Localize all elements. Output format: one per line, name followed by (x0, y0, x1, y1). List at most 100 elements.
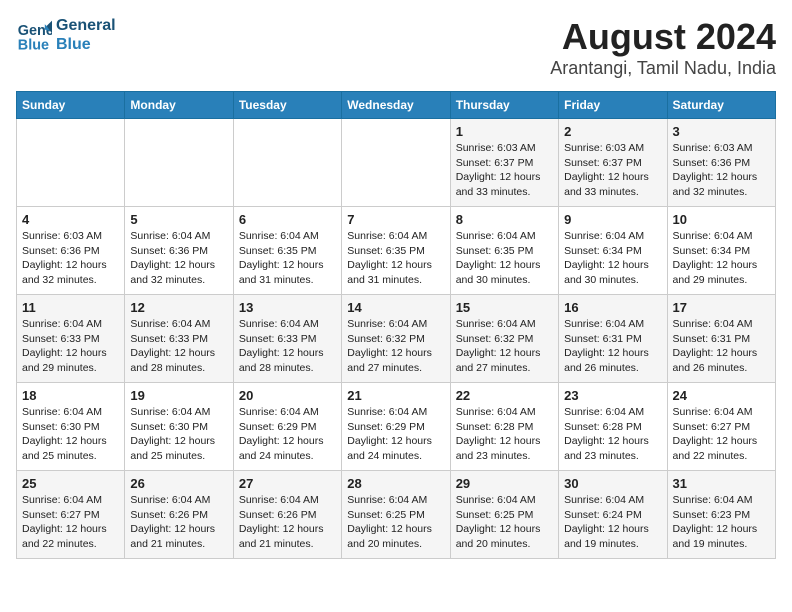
day-cell: 12 Sunrise: 6:04 AM Sunset: 6:33 PM Dayli… (125, 295, 233, 383)
day-cell (233, 119, 341, 207)
day-cell: 23 Sunrise: 6:04 AM Sunset: 6:28 PM Dayli… (559, 383, 667, 471)
day-cell: 7 Sunrise: 6:04 AM Sunset: 6:35 PM Daylig… (342, 207, 450, 295)
day-info: Sunrise: 6:04 AM Sunset: 6:30 PM Dayligh… (22, 405, 119, 464)
main-title: August 2024 (550, 16, 776, 58)
day-cell: 31 Sunrise: 6:04 AM Sunset: 6:23 PM Dayli… (667, 471, 775, 559)
week-row-4: 18 Sunrise: 6:04 AM Sunset: 6:30 PM Dayli… (17, 383, 776, 471)
day-number: 20 (239, 388, 336, 403)
day-cell: 30 Sunrise: 6:04 AM Sunset: 6:24 PM Dayli… (559, 471, 667, 559)
week-row-1: 1 Sunrise: 6:03 AM Sunset: 6:37 PM Daylig… (17, 119, 776, 207)
day-cell: 4 Sunrise: 6:03 AM Sunset: 6:36 PM Daylig… (17, 207, 125, 295)
day-cell: 15 Sunrise: 6:04 AM Sunset: 6:32 PM Dayli… (450, 295, 558, 383)
day-info: Sunrise: 6:04 AM Sunset: 6:35 PM Dayligh… (239, 229, 336, 288)
day-info: Sunrise: 6:04 AM Sunset: 6:28 PM Dayligh… (456, 405, 553, 464)
day-cell: 21 Sunrise: 6:04 AM Sunset: 6:29 PM Dayli… (342, 383, 450, 471)
day-number: 30 (564, 476, 661, 491)
day-cell: 22 Sunrise: 6:04 AM Sunset: 6:28 PM Dayli… (450, 383, 558, 471)
week-row-2: 4 Sunrise: 6:03 AM Sunset: 6:36 PM Daylig… (17, 207, 776, 295)
day-cell: 24Sunrise: 6:04 AM Sunset: 6:27 PM Dayli… (667, 383, 775, 471)
week-row-3: 11Sunrise: 6:04 AM Sunset: 6:33 PM Dayli… (17, 295, 776, 383)
logo-line2: Blue (56, 35, 116, 54)
day-cell: 17 Sunrise: 6:04 AM Sunset: 6:31 PM Dayli… (667, 295, 775, 383)
day-info: Sunrise: 6:04 AM Sunset: 6:23 PM Dayligh… (673, 493, 770, 552)
day-number: 16 (564, 300, 661, 315)
day-info: Sunrise: 6:04 AM Sunset: 6:27 PM Dayligh… (22, 493, 119, 552)
day-info: Sunrise: 6:04 AM Sunset: 6:31 PM Dayligh… (673, 317, 770, 376)
day-number: 10 (673, 212, 770, 227)
day-number: 21 (347, 388, 444, 403)
day-number: 7 (347, 212, 444, 227)
day-info: Sunrise: 6:04 AM Sunset: 6:29 PM Dayligh… (239, 405, 336, 464)
week-row-5: 25 Sunrise: 6:04 AM Sunset: 6:27 PM Dayli… (17, 471, 776, 559)
day-info: Sunrise: 6:04 AM Sunset: 6:33 PM Dayligh… (239, 317, 336, 376)
day-cell (342, 119, 450, 207)
day-cell: 28 Sunrise: 6:04 AM Sunset: 6:25 PM Dayli… (342, 471, 450, 559)
day-info: Sunrise: 6:04 AM Sunset: 6:26 PM Dayligh… (130, 493, 227, 552)
day-info: Sunrise: 6:04 AM Sunset: 6:32 PM Dayligh… (456, 317, 553, 376)
day-number: 15 (456, 300, 553, 315)
day-number: 5 (130, 212, 227, 227)
day-number: 6 (239, 212, 336, 227)
day-number: 14 (347, 300, 444, 315)
day-cell: 25 Sunrise: 6:04 AM Sunset: 6:27 PM Dayli… (17, 471, 125, 559)
day-cell: 5 Sunrise: 6:04 AM Sunset: 6:36 PM Daylig… (125, 207, 233, 295)
day-cell: 14 Sunrise: 6:04 AM Sunset: 6:32 PM Dayli… (342, 295, 450, 383)
day-info: Sunrise: 6:04 AM Sunset: 6:29 PM Dayligh… (347, 405, 444, 464)
day-info: Sunrise: 6:04 AM Sunset: 6:34 PM Dayligh… (673, 229, 770, 288)
day-header-friday: Friday (559, 92, 667, 119)
day-number: 18 (22, 388, 119, 403)
day-cell: 6 Sunrise: 6:04 AM Sunset: 6:35 PM Daylig… (233, 207, 341, 295)
day-info: Sunrise: 6:04 AM Sunset: 6:36 PM Dayligh… (130, 229, 227, 288)
day-number: 9 (564, 212, 661, 227)
subtitle: Arantangi, Tamil Nadu, India (550, 58, 776, 79)
header: General Blue General Blue August 2024 Ar… (16, 16, 776, 79)
day-cell (125, 119, 233, 207)
day-number: 23 (564, 388, 661, 403)
day-number: 12 (130, 300, 227, 315)
day-number: 31 (673, 476, 770, 491)
day-info: Sunrise: 6:04 AM Sunset: 6:28 PM Dayligh… (564, 405, 661, 464)
day-info: Sunrise: 6:04 AM Sunset: 6:33 PM Dayligh… (130, 317, 227, 376)
day-header-tuesday: Tuesday (233, 92, 341, 119)
calendar-table: SundayMondayTuesdayWednesdayThursdayFrid… (16, 91, 776, 559)
day-number: 29 (456, 476, 553, 491)
day-cell: 20 Sunrise: 6:04 AM Sunset: 6:29 PM Dayli… (233, 383, 341, 471)
day-info: Sunrise: 6:03 AM Sunset: 6:36 PM Dayligh… (22, 229, 119, 288)
day-info: Sunrise: 6:04 AM Sunset: 6:24 PM Dayligh… (564, 493, 661, 552)
day-cell: 18 Sunrise: 6:04 AM Sunset: 6:30 PM Dayli… (17, 383, 125, 471)
day-info: Sunrise: 6:04 AM Sunset: 6:30 PM Dayligh… (130, 405, 227, 464)
day-header-saturday: Saturday (667, 92, 775, 119)
day-number: 24 (673, 388, 770, 403)
days-header-row: SundayMondayTuesdayWednesdayThursdayFrid… (17, 92, 776, 119)
day-cell: 29 Sunrise: 6:04 AM Sunset: 6:25 PM Dayli… (450, 471, 558, 559)
day-cell: 1 Sunrise: 6:03 AM Sunset: 6:37 PM Daylig… (450, 119, 558, 207)
day-number: 27 (239, 476, 336, 491)
day-number: 4 (22, 212, 119, 227)
day-number: 25 (22, 476, 119, 491)
day-info: Sunrise: 6:04 AM Sunset: 6:25 PM Dayligh… (347, 493, 444, 552)
day-cell: 13Sunrise: 6:04 AM Sunset: 6:33 PM Dayli… (233, 295, 341, 383)
day-cell: 8 Sunrise: 6:04 AM Sunset: 6:35 PM Daylig… (450, 207, 558, 295)
day-header-monday: Monday (125, 92, 233, 119)
day-info: Sunrise: 6:04 AM Sunset: 6:35 PM Dayligh… (347, 229, 444, 288)
day-number: 1 (456, 124, 553, 139)
day-info: Sunrise: 6:04 AM Sunset: 6:25 PM Dayligh… (456, 493, 553, 552)
day-number: 3 (673, 124, 770, 139)
day-number: 17 (673, 300, 770, 315)
day-info: Sunrise: 6:03 AM Sunset: 6:37 PM Dayligh… (564, 141, 661, 200)
day-info: Sunrise: 6:04 AM Sunset: 6:35 PM Dayligh… (456, 229, 553, 288)
day-cell: 9Sunrise: 6:04 AM Sunset: 6:34 PM Daylig… (559, 207, 667, 295)
day-number: 22 (456, 388, 553, 403)
day-number: 19 (130, 388, 227, 403)
day-info: Sunrise: 6:04 AM Sunset: 6:31 PM Dayligh… (564, 317, 661, 376)
logo-line1: General (56, 16, 116, 35)
day-info: Sunrise: 6:03 AM Sunset: 6:37 PM Dayligh… (456, 141, 553, 200)
day-info: Sunrise: 6:04 AM Sunset: 6:32 PM Dayligh… (347, 317, 444, 376)
day-number: 28 (347, 476, 444, 491)
day-cell: 26Sunrise: 6:04 AM Sunset: 6:26 PM Dayli… (125, 471, 233, 559)
logo-icon: General Blue (16, 17, 52, 53)
day-number: 8 (456, 212, 553, 227)
day-cell: 11Sunrise: 6:04 AM Sunset: 6:33 PM Dayli… (17, 295, 125, 383)
day-cell: 3Sunrise: 6:03 AM Sunset: 6:36 PM Daylig… (667, 119, 775, 207)
day-cell (17, 119, 125, 207)
